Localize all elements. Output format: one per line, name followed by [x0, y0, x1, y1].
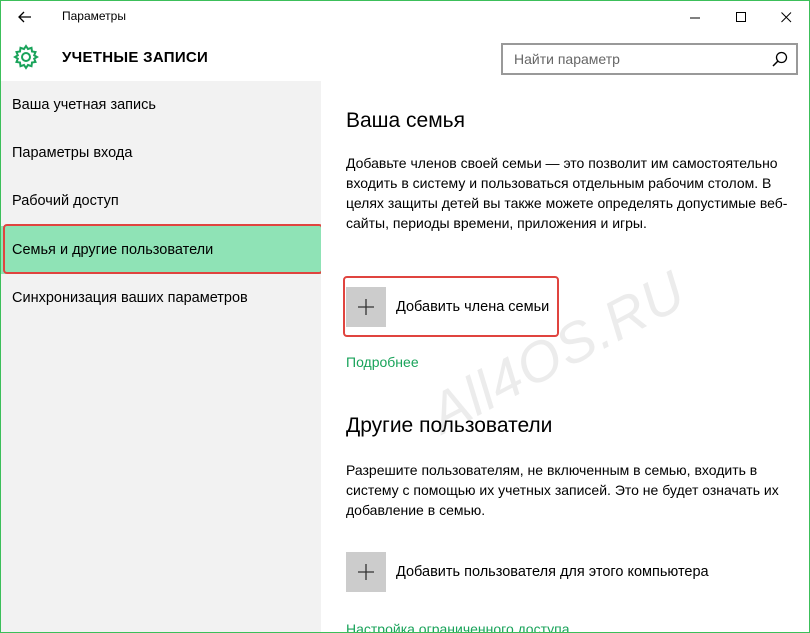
- plus-icon: [358, 564, 374, 580]
- add-other-user-label: Добавить пользователя для этого компьюте…: [396, 564, 709, 580]
- sidebar-highlight-frame: [3, 224, 323, 274]
- search-icon[interactable]: [772, 51, 788, 67]
- search-input[interactable]: Найти параметр: [501, 43, 798, 75]
- maximize-button[interactable]: [718, 1, 764, 33]
- sidebar-item-label: Синхронизация ваших параметров: [12, 290, 248, 306]
- add-family-highlight-frame: [343, 276, 559, 337]
- page-title: УЧЕТНЫЕ ЗАПИСИ: [62, 49, 209, 66]
- close-button[interactable]: [763, 1, 809, 33]
- sidebar-item-your-account[interactable]: Ваша учетная запись: [1, 81, 321, 129]
- page-header: УЧЕТНЫЕ ЗАПИСИ Найти параметр: [1, 33, 809, 81]
- window-title: Параметры: [62, 9, 126, 23]
- sidebar-item-sign-in-options[interactable]: Параметры входа: [1, 129, 321, 177]
- minimize-button[interactable]: [672, 1, 718, 33]
- main-content: Ваша семья Добавьте членов своей семьи —…: [321, 81, 809, 632]
- plus-icon-box: [346, 552, 386, 592]
- gear-icon: [13, 44, 39, 70]
- add-other-user-button[interactable]: Добавить пользователя для этого компьюте…: [346, 552, 709, 592]
- sidebar-item-work-access[interactable]: Рабочий доступ: [1, 177, 321, 225]
- other-users-section-title: Другие пользователи: [346, 414, 553, 437]
- maximize-icon: [735, 11, 746, 22]
- back-arrow-icon: [18, 11, 31, 23]
- sidebar-item-label: Ваша учетная запись: [12, 97, 156, 113]
- minimize-icon: [689, 17, 700, 18]
- search-placeholder: Найти параметр: [514, 51, 620, 67]
- close-icon: [780, 11, 791, 22]
- other-users-description: Разрешите пользователям, не включенным в…: [346, 462, 779, 518]
- family-description: Добавьте членов своей семьи — это позвол…: [346, 155, 788, 231]
- title-bar: Параметры: [1, 1, 809, 33]
- back-button[interactable]: [1, 1, 49, 33]
- family-section-title: Ваша семья: [346, 109, 465, 132]
- sidebar: Ваша учетная запись Параметры входа Рабо…: [1, 81, 323, 632]
- settings-window: Параметры УЧЕТНЫЕ ЗАПИСИ Найти параметр: [0, 0, 810, 633]
- sidebar-item-label: Рабочий доступ: [12, 193, 119, 209]
- sidebar-item-sync-settings[interactable]: Синхронизация ваших параметров: [1, 274, 321, 322]
- restricted-access-link[interactable]: Настройка ограниченного доступа: [346, 621, 570, 632]
- more-info-link[interactable]: Подробнее: [346, 354, 419, 370]
- sidebar-item-label: Параметры входа: [12, 145, 133, 161]
